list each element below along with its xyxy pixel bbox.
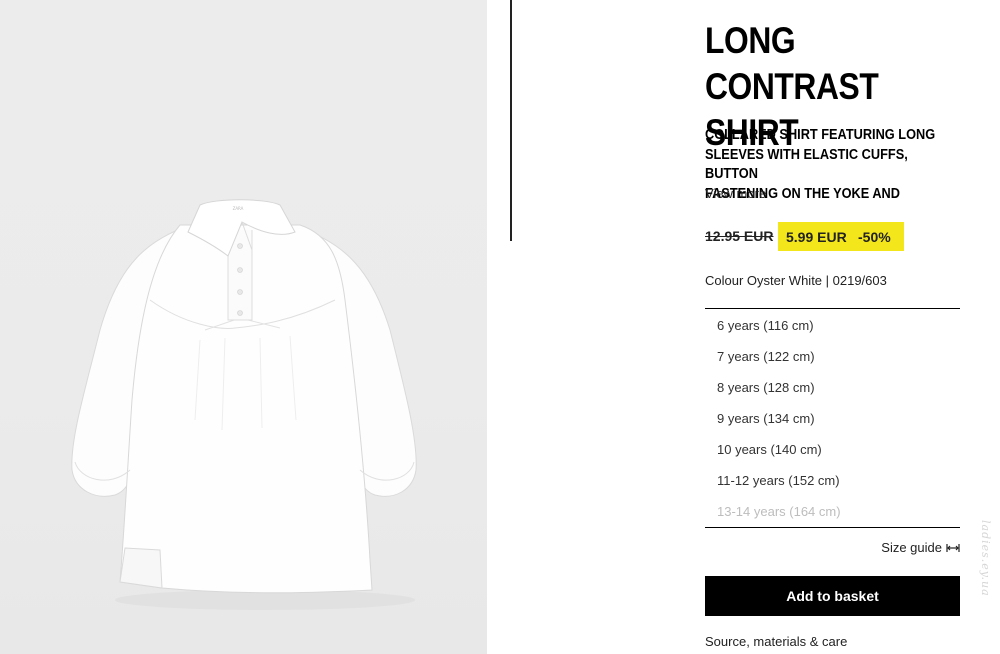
- brand-label: ZARA: [233, 206, 244, 211]
- discount-percent: -50%: [858, 229, 891, 245]
- size-selector: 6 years (116 cm) 7 years (122 cm) 8 year…: [705, 308, 960, 528]
- size-option[interactable]: 7 years (122 cm): [705, 341, 960, 372]
- size-option-unavailable: 13-14 years (164 cm): [717, 504, 841, 519]
- watermark-text: ladies.ey.ua: [979, 520, 992, 597]
- source-materials-care-link[interactable]: Source, materials & care: [705, 634, 847, 649]
- width-arrows-icon: [946, 543, 960, 552]
- original-price: 12.95 EUR: [705, 228, 774, 244]
- sale-price-badge: 5.99 EUR -50%: [778, 222, 904, 251]
- size-option[interactable]: 6 years (116 cm): [705, 310, 960, 341]
- size-option[interactable]: 11-12 years (152 cm): [705, 465, 960, 496]
- size-guide-row: Size guide: [705, 540, 960, 555]
- size-option[interactable]: 10 years (140 cm): [705, 434, 960, 465]
- product-image[interactable]: ZARA: [0, 0, 487, 654]
- size-option[interactable]: 8 years (128 cm): [705, 372, 960, 403]
- add-to-basket-button[interactable]: Add to basket: [705, 576, 960, 616]
- shirt-illustration: ZARA: [71, 199, 417, 610]
- scroll-indicator: [510, 0, 512, 241]
- size-guide-label: Size guide: [881, 540, 942, 555]
- sale-price: 5.99 EUR: [786, 229, 847, 245]
- colour-reference: Colour Oyster White | 0219/603: [705, 273, 887, 288]
- size-option[interactable]: 9 years (134 cm): [705, 403, 960, 434]
- view-more-link[interactable]: View more: [705, 186, 766, 201]
- size-guide-link[interactable]: Size guide: [881, 540, 960, 555]
